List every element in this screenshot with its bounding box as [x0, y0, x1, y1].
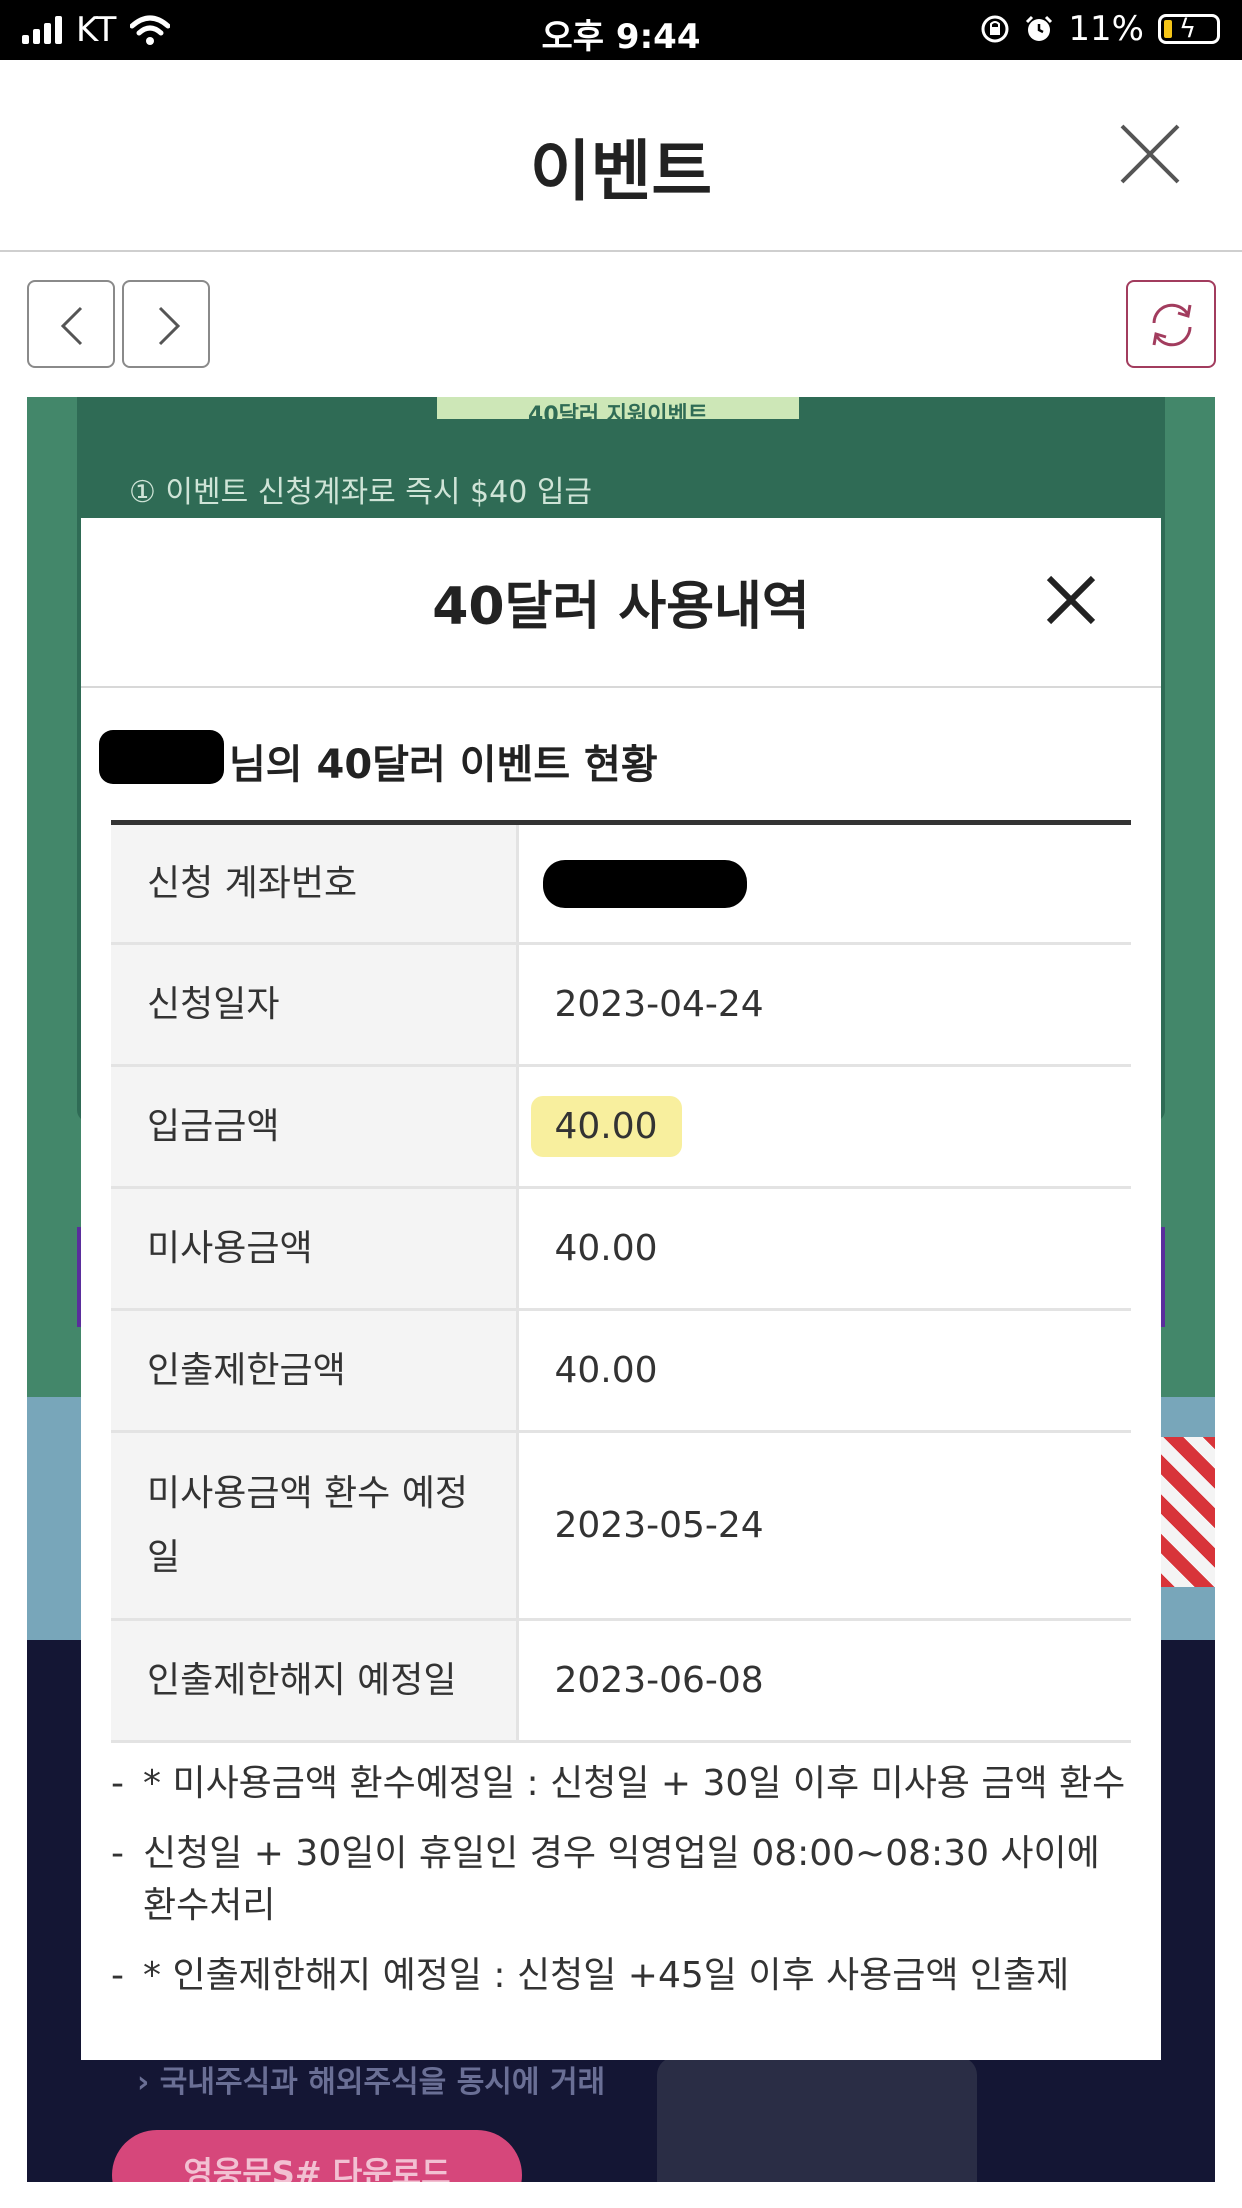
refresh-button[interactable]: [1126, 280, 1216, 368]
chevron-left-icon: [60, 306, 83, 346]
modal-close-icon[interactable]: [1043, 572, 1099, 628]
row-label: 미사용금액: [111, 1187, 519, 1310]
row-value: 40.00: [554, 1228, 658, 1269]
gift-ribbon-image: [1155, 1437, 1215, 1587]
battery-percent: 11%: [1068, 9, 1144, 49]
refresh-icon: [1152, 303, 1192, 347]
table-row: 인출제한해지 예정일 2023-06-08: [111, 1619, 1131, 1742]
table-row: 미사용금액 환수 예정일 2023-05-24: [111, 1431, 1131, 1620]
notes-list: - * 미사용금액 환수예정일 : 신청일 + 30일 이후 미사용 금액 환수 …: [111, 1758, 1131, 2020]
list-item: - * 미사용금액 환수예정일 : 신청일 + 30일 이후 미사용 금액 환수: [111, 1763, 1126, 1804]
list-item: - * 인출제한해지 예정일 : 신청일 +45일 이후 사용금액 인출제: [111, 1955, 1070, 1996]
table-row: 입금금액 40.00: [111, 1065, 1131, 1188]
redacted-account-number: [542, 859, 747, 908]
phone-screenshot-image: [657, 2057, 977, 2182]
row-label: 입금금액: [111, 1065, 519, 1188]
table-row: 인출제한금액 40.00: [111, 1309, 1131, 1432]
table-row: 신청일자 2023-04-24: [111, 943, 1131, 1066]
row-value: 2023-04-24: [554, 984, 764, 1025]
list-item: - 신청일 + 30일이 휴일인 경우 익영업일 08:00~08:30 사이에 …: [111, 1833, 1100, 1926]
row-label: 신청 계좌번호: [111, 822, 519, 944]
promo-text: › 국내주식과 해외주식을 동시에 거래: [137, 2065, 606, 2100]
battery-icon: ϟ: [1158, 14, 1220, 44]
row-value: [517, 823, 1131, 944]
row-label: 인출제한해지 예정일: [111, 1619, 519, 1742]
forward-button[interactable]: [122, 280, 210, 368]
page-title: 이벤트: [529, 133, 713, 210]
row-value: 40.00: [554, 1350, 658, 1391]
app-header: 이벤트: [0, 60, 1242, 252]
event-status-title: 님의 40달러 이벤트 현황: [229, 742, 658, 788]
usage-history-modal: 40달러 사용내역 님의 40달러 이벤트 현황 신청 계좌번호 신청일자 20…: [81, 518, 1161, 2060]
row-value: 40.00: [517, 1066, 1131, 1188]
table-row: 미사용금액 40.00: [111, 1187, 1131, 1310]
row-label: 미사용금액 환수 예정일: [111, 1431, 519, 1620]
modal-title: 40달러 사용내역: [432, 577, 810, 637]
row-value: 2023-05-24: [554, 1505, 764, 1546]
event-banner: 40달러 지원이벤트: [437, 397, 799, 419]
highlighted-deposit-amount: 40.00: [530, 1096, 682, 1157]
row-value: 2023-06-08: [554, 1660, 764, 1701]
chevron-right-icon: [158, 306, 181, 346]
table-row: 신청 계좌번호: [111, 822, 1131, 944]
event-info-table: 신청 계좌번호 신청일자 2023-04-24 입금금액 40.00 미사용금액…: [111, 820, 1131, 1743]
event-step-text: ① 이벤트 신청계좌로 즉시 $40 입금: [129, 475, 593, 510]
download-button[interactable]: 영웅문S# 다운로드: [112, 2130, 522, 2182]
row-label: 인출제한금액: [111, 1309, 519, 1432]
rotation-lock-icon: [981, 15, 1009, 43]
status-bar: KT 오후 9:44 11% ϟ: [0, 0, 1242, 60]
redacted-name: [99, 730, 224, 784]
row-label: 신청일자: [111, 943, 519, 1066]
modal-header: 40달러 사용내역: [81, 518, 1161, 688]
back-button[interactable]: [27, 280, 115, 368]
close-icon[interactable]: [1118, 122, 1182, 186]
alarm-icon: [1026, 15, 1053, 41]
